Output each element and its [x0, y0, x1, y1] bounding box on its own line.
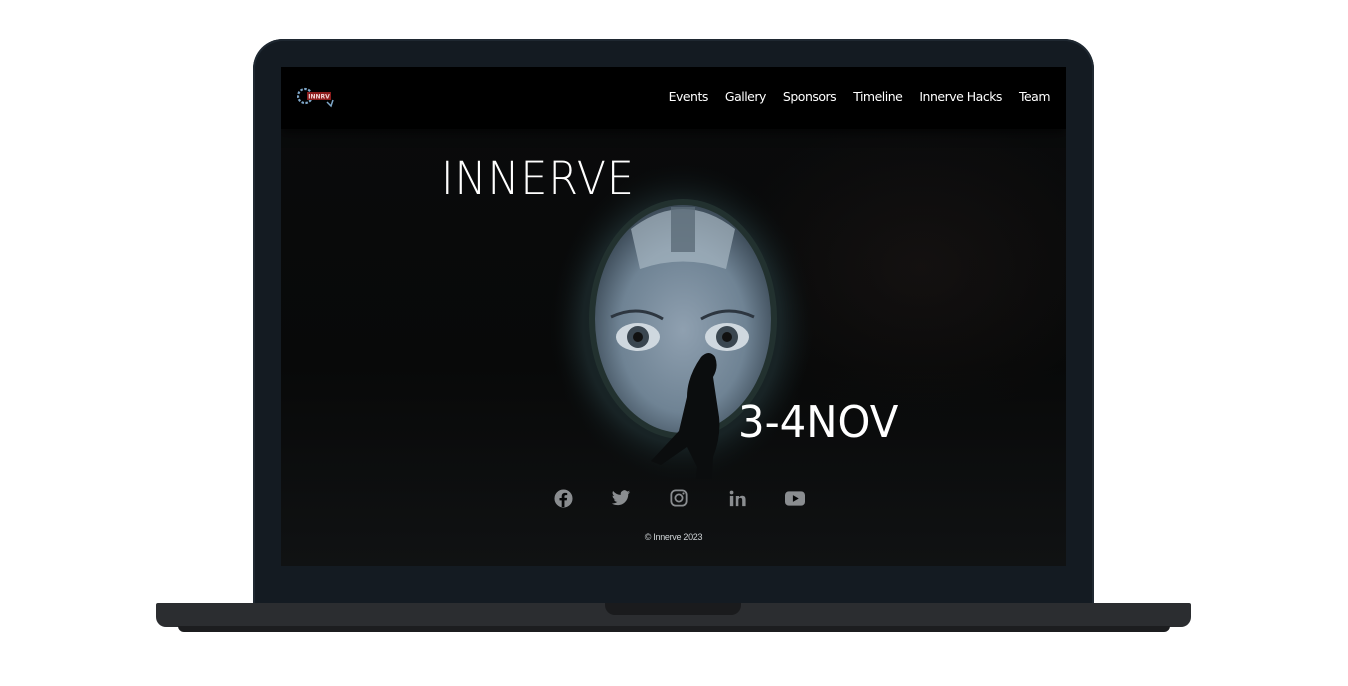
- youtube-icon[interactable]: [785, 487, 805, 509]
- hero-date: 3-4NOV: [738, 397, 899, 448]
- navbar: INNRV Events Gallery Sponsors Timeline I…: [281, 67, 1066, 129]
- nav-links: Events Gallery Sponsors Timeline Innerve…: [669, 89, 1051, 104]
- nav-link-innerve-hacks[interactable]: Innerve Hacks: [919, 89, 1002, 104]
- nav-link-gallery[interactable]: Gallery: [725, 89, 767, 104]
- innerve-logo[interactable]: INNRV: [297, 84, 337, 110]
- nav-link-sponsors[interactable]: Sponsors: [783, 89, 837, 104]
- laptop-screen: INNERVE 3-4NOV © Innerve 2023 INNRV Even…: [281, 67, 1066, 566]
- nav-link-team[interactable]: Team: [1019, 89, 1051, 104]
- instagram-icon[interactable]: [669, 487, 689, 509]
- nav-link-timeline[interactable]: Timeline: [853, 89, 903, 104]
- social-links: [553, 487, 805, 509]
- laptop-base-foot: [178, 626, 1170, 632]
- linkedin-icon[interactable]: [727, 487, 747, 509]
- nav-link-events[interactable]: Events: [669, 89, 709, 104]
- twitter-icon[interactable]: [611, 487, 631, 509]
- laptop-notch: [605, 603, 741, 615]
- hero-title: INNERVE: [441, 152, 635, 205]
- copyright-text: © Innerve 2023: [644, 532, 703, 542]
- svg-text:INNRV: INNRV: [308, 94, 330, 101]
- facebook-icon[interactable]: [553, 487, 573, 509]
